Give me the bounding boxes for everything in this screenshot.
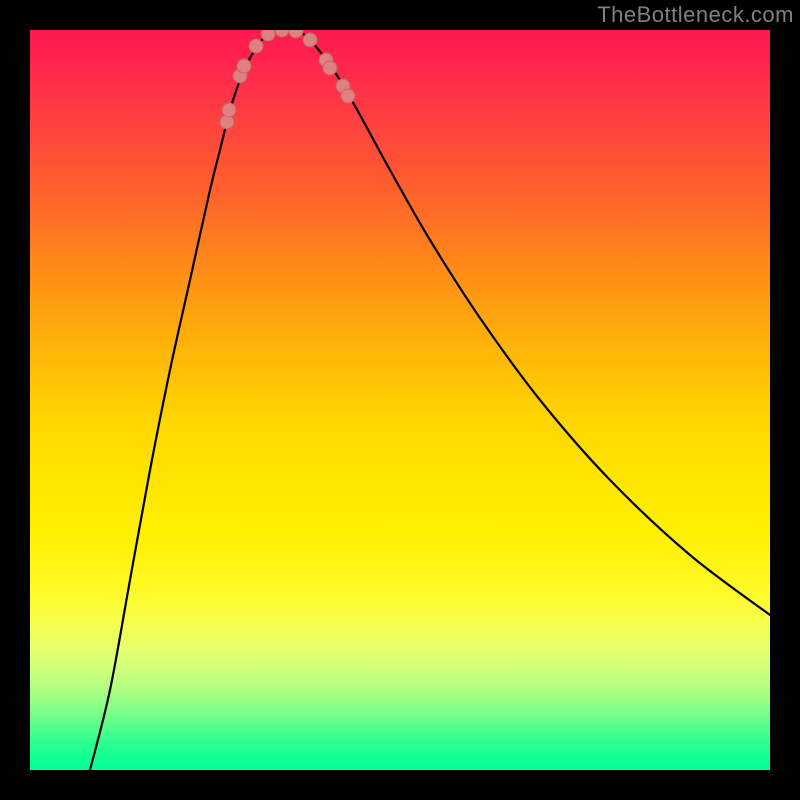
marker-dot <box>222 103 236 117</box>
marker-dot <box>261 30 275 41</box>
marker-dot <box>341 89 355 103</box>
marker-dot <box>275 30 289 37</box>
chart-frame: TheBottleneck.com <box>0 0 800 800</box>
marker-dot <box>237 59 251 73</box>
curve-layer <box>30 30 770 770</box>
marker-dot <box>323 61 337 75</box>
plot-area <box>30 30 770 770</box>
marker-dot <box>249 39 263 53</box>
bottleneck-curve <box>90 30 770 770</box>
watermark-text: TheBottleneck.com <box>597 2 794 28</box>
marker-dot <box>289 30 303 38</box>
marker-group <box>220 30 355 129</box>
marker-dot <box>303 33 317 47</box>
